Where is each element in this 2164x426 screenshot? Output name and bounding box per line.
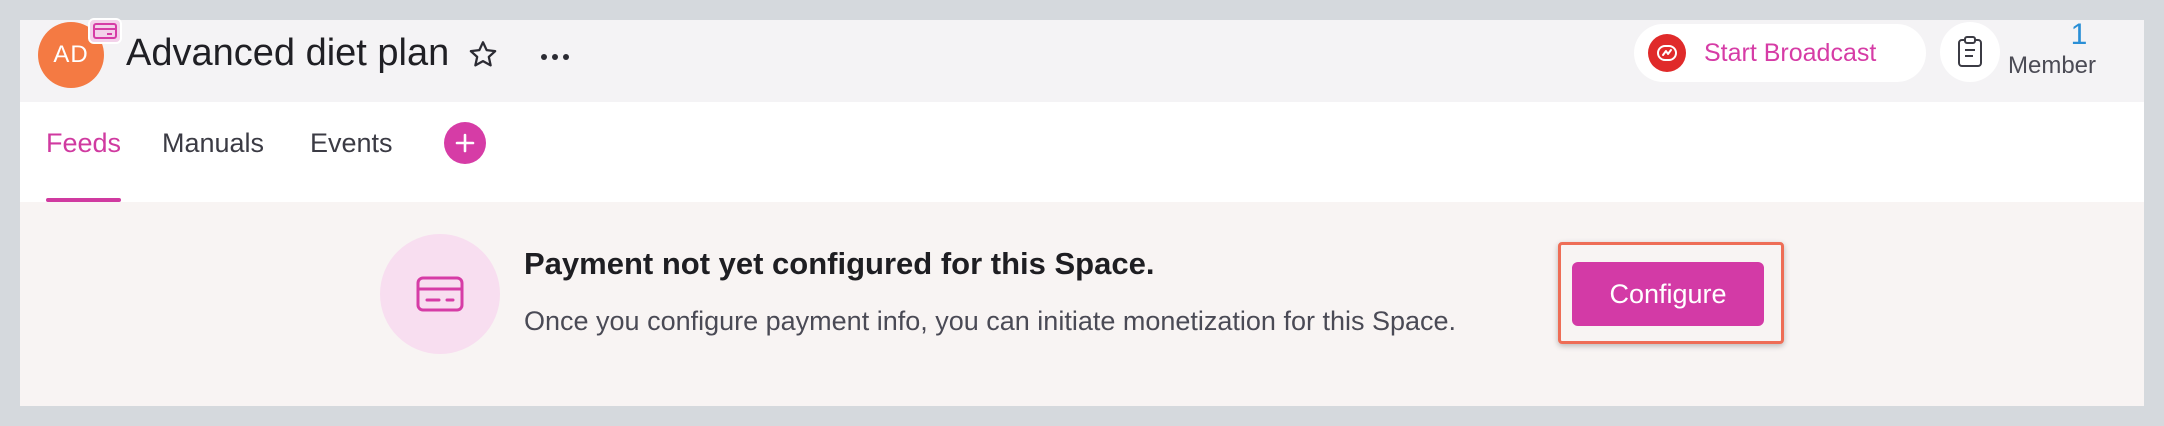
- tab-feeds[interactable]: Feeds: [46, 128, 122, 202]
- member-label[interactable]: Member: [2008, 52, 2096, 80]
- space-header: AD Advanced diet plan Start Broadcast 1 …: [20, 18, 2144, 102]
- member-count[interactable]: 1: [2060, 18, 2098, 52]
- configure-button[interactable]: Configure: [1572, 262, 1764, 326]
- plus-icon: [455, 133, 475, 153]
- payment-banner-icon: [380, 234, 500, 354]
- payment-banner-description: Once you configure payment info, you can…: [524, 306, 1457, 336]
- star-icon[interactable]: [466, 38, 500, 72]
- start-broadcast-label: Start Broadcast: [1704, 38, 1877, 67]
- start-broadcast-button[interactable]: Start Broadcast: [1634, 24, 1926, 82]
- credit-card-icon: [416, 276, 464, 312]
- more-icon[interactable]: [538, 50, 572, 64]
- space-page: AD Advanced diet plan Start Broadcast 1 …: [20, 18, 2144, 406]
- clipboard-icon: [1958, 36, 1982, 67]
- members-button[interactable]: [1940, 22, 2000, 82]
- tab-manuals[interactable]: Manuals: [162, 128, 264, 202]
- broadcast-icon: [1648, 34, 1686, 72]
- tab-events[interactable]: Events: [310, 128, 393, 202]
- card-icon: [88, 18, 122, 44]
- payment-banner-title: Payment not yet configured for this Spac…: [524, 246, 1155, 281]
- space-tabs: Feeds Manuals Events: [20, 102, 2144, 202]
- avatar-initials: AD: [53, 41, 89, 68]
- space-title: Advanced diet plan: [126, 32, 450, 74]
- add-tab-button[interactable]: [444, 122, 486, 164]
